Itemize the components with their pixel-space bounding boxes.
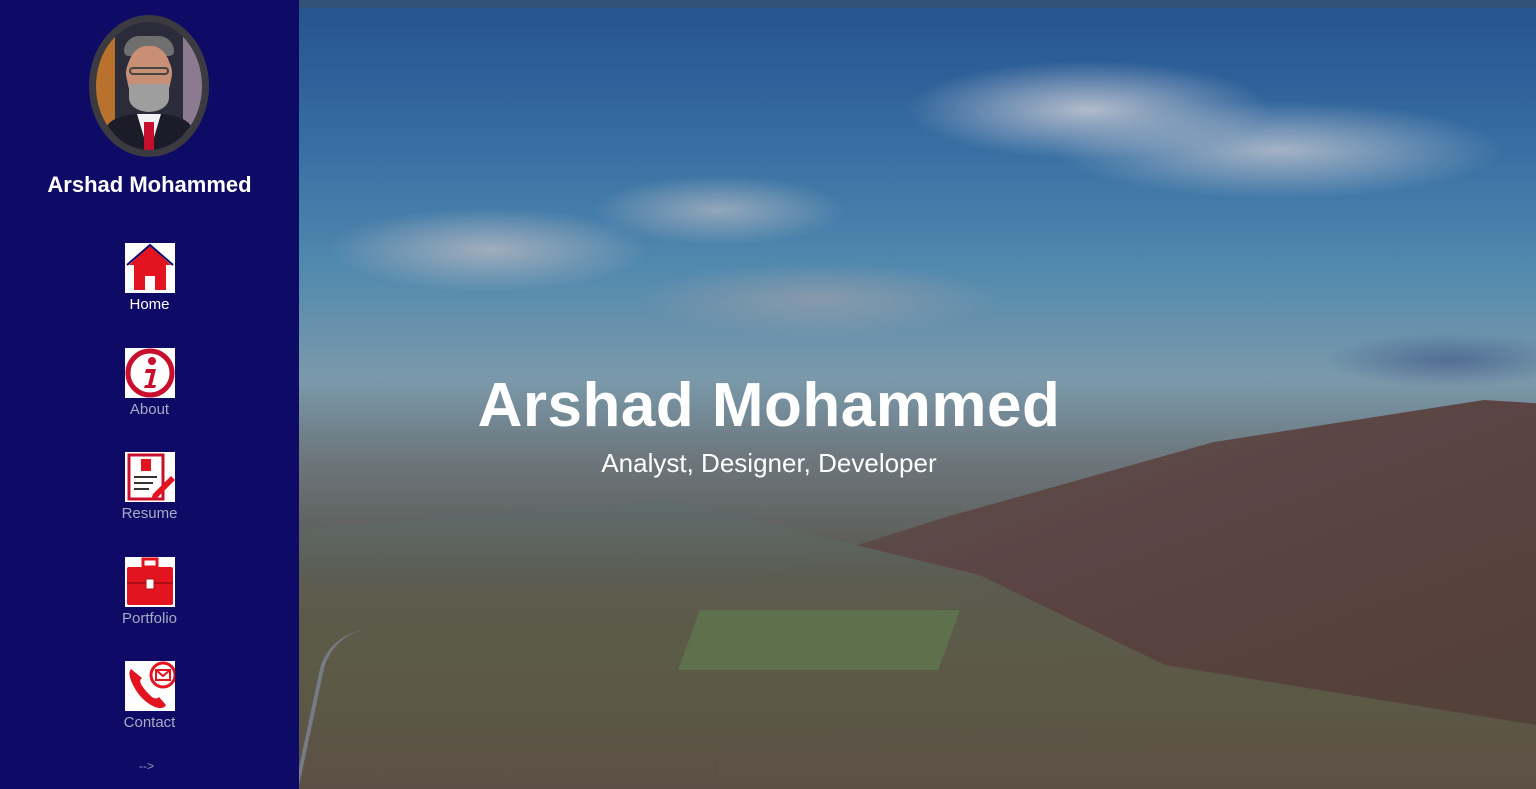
briefcase-icon bbox=[124, 557, 175, 607]
hero-title: Arshad Mohammed bbox=[477, 371, 1061, 440]
sidebar-item-home[interactable]: Home bbox=[0, 243, 299, 313]
sidebar-item-label: Resume bbox=[121, 505, 178, 522]
sidebar-item-portfolio[interactable]: Portfolio bbox=[0, 557, 299, 627]
sidebar-item-label: Home bbox=[129, 296, 170, 313]
resume-icon bbox=[124, 452, 175, 502]
phone-mail-icon bbox=[124, 661, 175, 711]
hero-section: Arshad Mohammed Analyst, Designer, Devel… bbox=[299, 0, 1536, 789]
stray-comment-text: --> bbox=[139, 759, 154, 773]
sidebar-item-resume[interactable]: Resume bbox=[0, 452, 299, 522]
sidebar-item-label: Portfolio bbox=[121, 610, 178, 627]
sidebar-item-contact[interactable]: Contact bbox=[0, 661, 299, 731]
hero-subtitle: Analyst, Designer, Developer bbox=[601, 448, 937, 478]
home-icon bbox=[124, 243, 175, 293]
info-icon bbox=[124, 348, 175, 398]
sidebar: Arshad Mohammed Home About Resume Portfo… bbox=[0, 0, 299, 789]
sidebar-name: Arshad Mohammed bbox=[47, 172, 252, 197]
sidebar-item-label: About bbox=[129, 401, 170, 418]
profile-photo bbox=[96, 22, 202, 150]
avatar bbox=[89, 15, 209, 157]
sidebar-item-label: Contact bbox=[123, 714, 176, 731]
sidebar-item-about[interactable]: About bbox=[0, 348, 299, 418]
